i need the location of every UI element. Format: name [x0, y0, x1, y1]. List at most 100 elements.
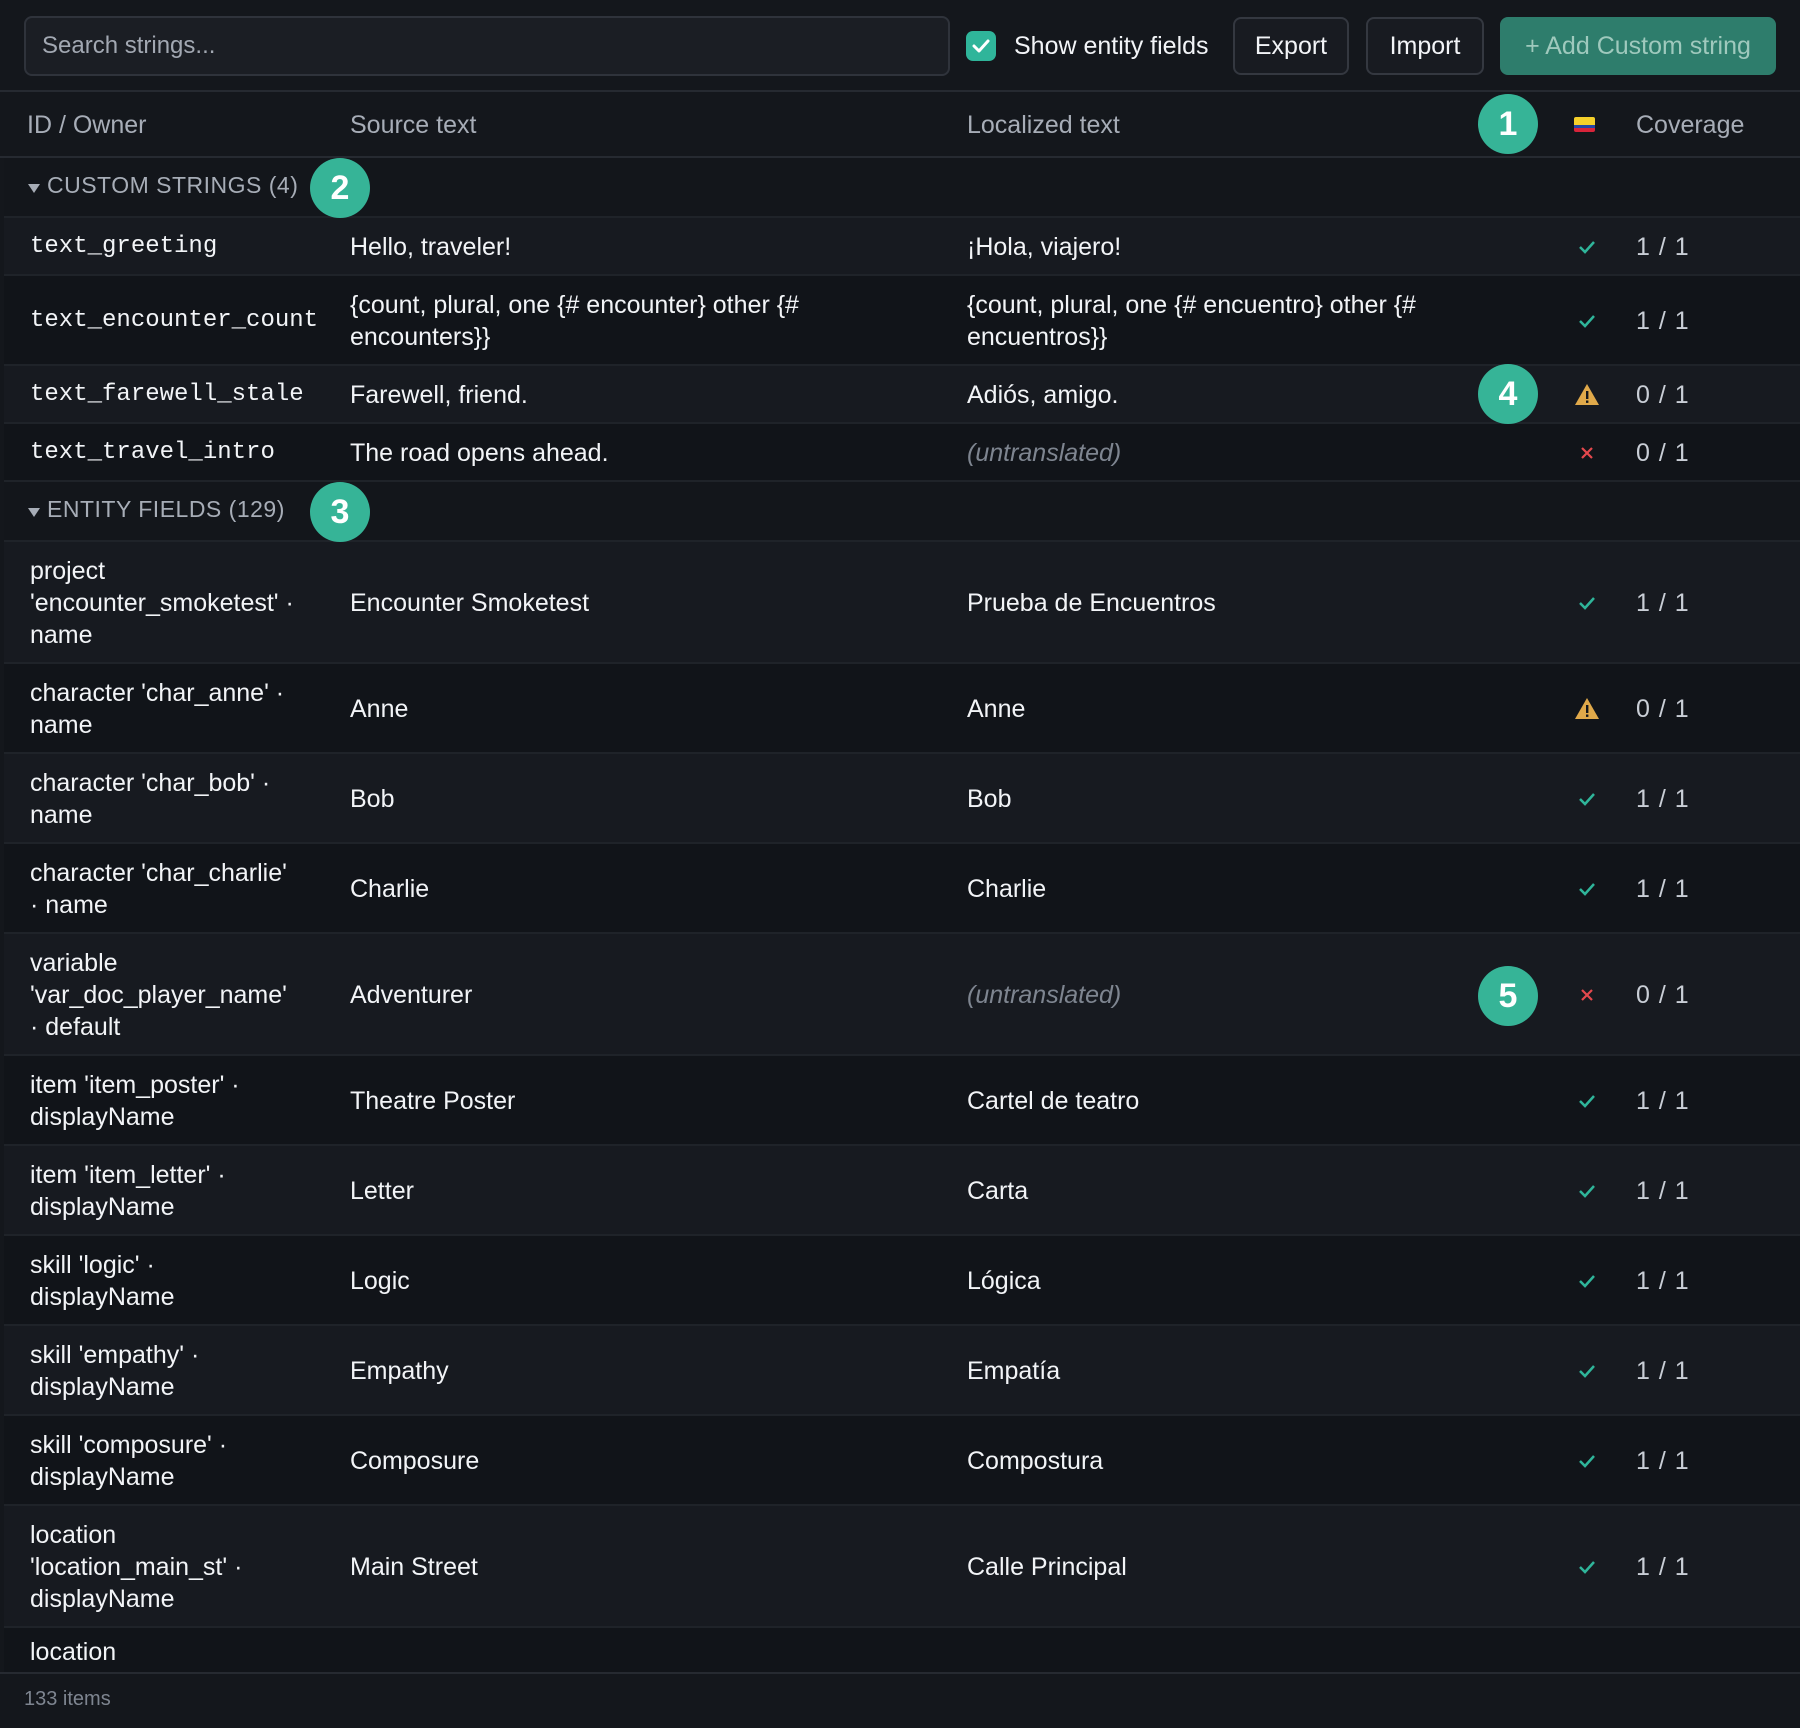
coverage-value: 0 / 1 [1636, 981, 1690, 1009]
table-row[interactable]: character 'char_bob' · name Bob Bob 1 / … [4, 754, 1800, 844]
table-row[interactable]: item 'item_poster' · displayName Theatre… [4, 1056, 1800, 1146]
group-label-entity: ENTITY FIELDS (129) [47, 496, 285, 522]
warning-icon [1572, 693, 1602, 723]
entity-owner: character 'char_anne' · name [30, 679, 285, 739]
localized-text-untranslated[interactable]: (untranslated) [967, 979, 1527, 1011]
source-text: Hello, traveler! [350, 233, 512, 261]
callout-badge-1: 1 [1478, 94, 1538, 154]
localized-text[interactable]: ¡Hola, viajero! [967, 231, 1527, 263]
check-icon [1572, 1446, 1602, 1476]
check-icon [1572, 306, 1602, 336]
table-row[interactable]: skill 'empathy' · displayName Empathy Em… [4, 1326, 1800, 1416]
show-entity-fields-toggle[interactable]: Show entity fields [966, 26, 1209, 66]
source-text: Theatre Poster [350, 1087, 516, 1115]
column-source-text[interactable]: Source text [350, 92, 476, 158]
localized-text[interactable]: Carta [967, 1175, 1527, 1207]
checkbox-checked-icon[interactable] [966, 31, 996, 61]
coverage-value: 1 / 1 [1636, 1357, 1690, 1385]
localized-text[interactable]: Calle Principal [967, 1551, 1527, 1583]
toolbar: Show entity fields Export Import + Add C… [0, 0, 1800, 92]
source-text: Charlie [350, 875, 430, 903]
localized-text[interactable]: Lógica [967, 1265, 1527, 1297]
localized-text[interactable]: Empatía [967, 1355, 1527, 1387]
string-id: text_travel_intro [30, 439, 275, 466]
callout-badge-3: 3 [310, 482, 370, 542]
table-row[interactable]: text_encounter_count {count, plural, one… [4, 276, 1800, 366]
localized-text[interactable]: {count, plural, one {# encuentro} other … [967, 289, 1527, 353]
colombia-flag-icon[interactable] [1574, 117, 1595, 132]
x-mark-icon [1572, 980, 1602, 1010]
coverage-value: 1 / 1 [1636, 1087, 1690, 1115]
source-text: {count, plural, one {# encounter} other … [350, 291, 799, 351]
import-button[interactable]: Import [1366, 17, 1484, 75]
item-count: 133 items [24, 1688, 111, 1710]
table-row[interactable]: location 'location_main_st' · displayNam… [4, 1506, 1800, 1628]
coverage-value: 1 / 1 [1636, 1553, 1690, 1581]
coverage-value: 1 / 1 [1636, 875, 1690, 903]
coverage-value: 0 / 1 [1636, 439, 1690, 467]
entity-owner: item 'item_poster' · displayName [30, 1071, 240, 1131]
localized-text[interactable]: Charlie [967, 873, 1527, 905]
table-row[interactable]: text_travel_intro The road opens ahead. … [4, 424, 1800, 482]
localized-text[interactable]: Bob [967, 783, 1527, 815]
table-row[interactable]: item 'item_letter' · displayName Letter … [4, 1146, 1800, 1236]
source-text: Composure [350, 1447, 480, 1475]
entity-owner: skill 'composure' · displayName [30, 1431, 228, 1491]
table-row[interactable]: project 'encounter_smoketest' · name Enc… [4, 542, 1800, 664]
caret-down-icon[interactable] [28, 184, 40, 194]
source-text: Bob [350, 785, 395, 813]
entity-owner: character 'char_bob' · name [30, 769, 271, 829]
callout-badge-4: 4 [1478, 364, 1538, 424]
localized-text-untranslated[interactable]: (untranslated) [967, 437, 1527, 469]
column-coverage[interactable]: Coverage [1636, 92, 1744, 158]
coverage-value: 1 / 1 [1636, 785, 1690, 813]
check-icon [1572, 1552, 1602, 1582]
coverage-value: 1 / 1 [1636, 1177, 1690, 1205]
export-button[interactable]: Export [1233, 17, 1349, 75]
localized-text[interactable]: Compostura [967, 1445, 1527, 1477]
string-id: text_encounter_count [30, 307, 319, 334]
caret-down-icon[interactable] [28, 508, 40, 518]
table-row[interactable]: location [4, 1628, 1800, 1672]
entity-owner: skill 'empathy' · displayName [30, 1341, 200, 1401]
table-row[interactable]: skill 'composure' · displayName Composur… [4, 1416, 1800, 1506]
localized-text[interactable]: Adiós, amigo. [967, 379, 1527, 411]
status-footer: 133 items [0, 1672, 1800, 1728]
source-text: Main Street [350, 1553, 478, 1581]
string-id: text_greeting [30, 233, 218, 260]
localized-text[interactable]: Cartel de teatro [967, 1085, 1527, 1117]
group-header-custom-strings[interactable]: CUSTOM STRINGS (4) [4, 158, 1800, 218]
column-localized-text[interactable]: Localized text [967, 92, 1120, 158]
check-icon [1572, 1086, 1602, 1116]
entity-owner: item 'item_letter' · displayName [30, 1161, 226, 1221]
group-header-entity-fields[interactable]: ENTITY FIELDS (129) [4, 482, 1800, 542]
entity-owner: project 'encounter_smoketest' · name [30, 557, 294, 649]
coverage-value: 1 / 1 [1636, 233, 1690, 261]
add-custom-string-button[interactable]: + Add Custom string [1500, 17, 1776, 75]
x-mark-icon [1572, 438, 1602, 468]
check-icon [1572, 1176, 1602, 1206]
source-text: Empathy [350, 1357, 449, 1385]
callout-badge-5: 5 [1478, 966, 1538, 1026]
entity-owner: location [30, 1638, 117, 1666]
source-text: Adventurer [350, 981, 473, 1009]
coverage-value: 1 / 1 [1636, 1267, 1690, 1295]
entity-owner: character 'char_charlie' · name [30, 859, 287, 919]
entity-owner: variable 'var_doc_player_name' · default [30, 949, 287, 1041]
coverage-value: 0 / 1 [1636, 695, 1690, 723]
source-text: Anne [350, 695, 409, 723]
localized-text[interactable]: Prueba de Encuentros [967, 587, 1527, 619]
table-row[interactable]: text_greeting Hello, traveler! ¡Hola, vi… [4, 218, 1800, 276]
column-id-owner[interactable]: ID / Owner [27, 92, 146, 158]
coverage-value: 1 / 1 [1636, 589, 1690, 617]
entity-owner: location 'location_main_st' · displayNam… [30, 1521, 243, 1613]
table-row[interactable]: character 'char_anne' · name Anne Anne 0… [4, 664, 1800, 754]
table-row[interactable]: character 'char_charlie' · name Charlie … [4, 844, 1800, 934]
coverage-value: 1 / 1 [1636, 307, 1690, 335]
search-input[interactable] [24, 16, 950, 76]
table-row[interactable]: skill 'logic' · displayName Logic Lógica… [4, 1236, 1800, 1326]
localized-text[interactable]: Anne [967, 693, 1527, 725]
string-id: text_farewell_stale [30, 381, 304, 408]
coverage-value: 1 / 1 [1636, 1447, 1690, 1475]
entity-owner: skill 'logic' · displayName [30, 1251, 175, 1311]
